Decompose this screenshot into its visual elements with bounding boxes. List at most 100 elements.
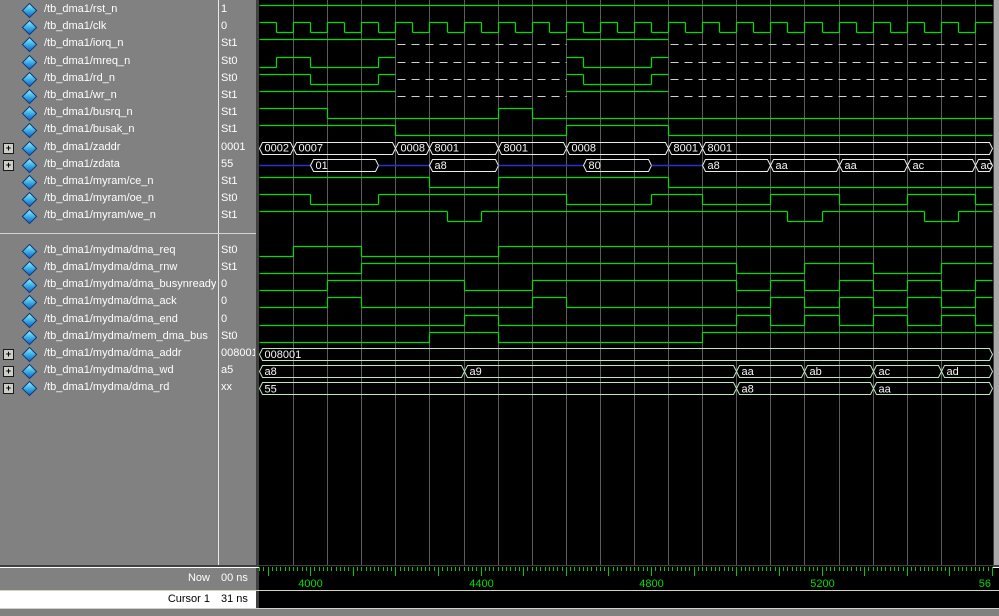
- signal-value: St1: [221, 121, 255, 138]
- signal-name[interactable]: /tb_dma1/mydma/dma_addr: [44, 345, 216, 362]
- signal-value: a5: [221, 362, 255, 379]
- signal-diamond-icon: [22, 244, 38, 260]
- signal-value: 55: [221, 156, 255, 173]
- signal-name[interactable]: /tb_dma1/mydma/dma_rd: [44, 379, 216, 396]
- signal-group-separator: [0, 233, 256, 234]
- svg-text:8001: 8001: [435, 143, 459, 155]
- ruler-time-label: 4400: [469, 578, 493, 590]
- signal-diamond-icon: [22, 158, 38, 174]
- svg-text:80: 80: [589, 160, 601, 172]
- expand-plus-icon[interactable]: +: [3, 160, 14, 171]
- signal-name[interactable]: /tb_dma1/myram/we_n: [44, 207, 216, 224]
- waveform-area[interactable]: 0002000700088001800100088001800101a880a8…: [259, 0, 999, 565]
- signal-name[interactable]: /tb_dma1/busak_n: [44, 121, 216, 138]
- signal-value: 0001: [221, 139, 255, 156]
- ruler-time-label: 56: [979, 578, 991, 590]
- signal-name[interactable]: /tb_dma1/mydma/dma_rnw: [44, 259, 216, 276]
- svg-text:ab: ab: [810, 366, 822, 378]
- svg-text:aa: aa: [879, 383, 892, 395]
- svg-text:a9: a9: [470, 366, 482, 378]
- signal-diamond-icon: [22, 278, 38, 294]
- signal-value: St0: [221, 70, 255, 87]
- signal-name[interactable]: /tb_dma1/zaddr: [44, 139, 216, 156]
- svg-text:55: 55: [265, 383, 277, 395]
- svg-text:ac: ac: [879, 366, 891, 378]
- signal-name[interactable]: /tb_dma1/mydma/dma_req: [44, 242, 216, 259]
- signal-diamond-icon: [22, 106, 38, 122]
- signal-diamond-icon: [22, 381, 38, 397]
- svg-text:a8: a8: [742, 383, 754, 395]
- signal-name[interactable]: /tb_dma1/rst_n: [44, 1, 216, 18]
- signal-diamond-icon: [22, 295, 38, 311]
- signal-name[interactable]: /tb_dma1/mydma/dma_end: [44, 311, 216, 328]
- now-value: 00 ns: [221, 572, 255, 584]
- signal-value: xx: [221, 379, 255, 396]
- signal-diamond-icon: [22, 192, 38, 208]
- svg-text:aa: aa: [845, 160, 858, 172]
- signal-diamond-icon: [22, 3, 38, 19]
- signal-name[interactable]: /tb_dma1/mydma/dma_wd: [44, 362, 216, 379]
- signal-name[interactable]: /tb_dma1/rd_n: [44, 70, 216, 87]
- signal-diamond-icon: [22, 37, 38, 53]
- expand-plus-icon[interactable]: +: [3, 143, 14, 154]
- signal-name[interactable]: /tb_dma1/busrq_n: [44, 104, 216, 121]
- expand-plus-icon[interactable]: +: [3, 383, 14, 394]
- cursor-track[interactable]: [259, 591, 999, 608]
- signal-value: 1: [221, 1, 255, 18]
- signal-name[interactable]: /tb_dma1/iorq_n: [44, 35, 216, 52]
- signal-name[interactable]: /tb_dma1/mydma/mem_dma_bus: [44, 328, 216, 345]
- signal-value: St1: [221, 87, 255, 104]
- svg-text:ac: ac: [981, 160, 993, 172]
- signal-name[interactable]: /tb_dma1/mreq_n: [44, 53, 216, 70]
- signal-diamond-icon: [22, 123, 38, 139]
- signal-name[interactable]: /tb_dma1/mydma/dma_busynready: [44, 276, 216, 293]
- signal-value: St0: [221, 53, 255, 70]
- svg-text:0008: 0008: [572, 143, 596, 155]
- signal-diamond-icon: [22, 261, 38, 277]
- signal-value: St1: [221, 104, 255, 121]
- cursor-label: Cursor 1: [168, 593, 210, 605]
- ruler-time-label: 4800: [639, 578, 663, 590]
- signal-diamond-icon: [22, 20, 38, 36]
- waveform-canvas[interactable]: 0002000700088001800100088001800101a880a8…: [259, 0, 999, 565]
- svg-text:a8: a8: [265, 366, 277, 378]
- signal-name[interactable]: /tb_dma1/myram/oe_n: [44, 190, 216, 207]
- cursor-row[interactable]: Cursor 1 31 ns: [0, 591, 256, 608]
- svg-text:0002: 0002: [265, 143, 289, 155]
- signal-name[interactable]: /tb_dma1/wr_n: [44, 87, 216, 104]
- svg-text:8001: 8001: [504, 143, 528, 155]
- name-value-column-divider[interactable]: [218, 0, 219, 565]
- svg-text:0008: 0008: [401, 143, 425, 155]
- signal-value: 0: [221, 276, 255, 293]
- svg-text:8001: 8001: [674, 143, 698, 155]
- signal-value: St1: [221, 35, 255, 52]
- signal-name[interactable]: /tb_dma1/clk: [44, 18, 216, 35]
- vertical-scrollbar[interactable]: [993, 0, 999, 565]
- cursor-value: 31 ns: [221, 593, 255, 605]
- signal-diamond-icon: [22, 313, 38, 329]
- signal-diamond-icon: [22, 141, 38, 157]
- signal-name[interactable]: /tb_dma1/mydma/dma_ack: [44, 293, 216, 310]
- svg-text:aa: aa: [776, 160, 789, 172]
- signal-name[interactable]: /tb_dma1/zdata: [44, 156, 216, 173]
- signal-diamond-icon: [22, 55, 38, 71]
- timeline-ruler[interactable]: 4000 4400 4800 5200 56: [259, 566, 993, 591]
- signal-value: St0: [221, 328, 255, 345]
- ruler-time-label: 5200: [810, 578, 834, 590]
- signal-value: St0: [221, 242, 255, 259]
- signal-name[interactable]: /tb_dma1/myram/ce_n: [44, 173, 216, 190]
- window-bottom-edge: [0, 608, 999, 616]
- signal-value: St0: [221, 190, 255, 207]
- svg-text:a8: a8: [435, 160, 447, 172]
- now-label: Now: [188, 572, 210, 584]
- signal-diamond-icon: [22, 72, 38, 88]
- svg-text:01: 01: [316, 160, 328, 172]
- expand-plus-icon[interactable]: +: [3, 366, 14, 377]
- ruler-time-label: 4000: [298, 578, 322, 590]
- signal-value: St1: [221, 207, 255, 224]
- timeline-ruler-canvas[interactable]: 4000 4400 4800 5200 56: [259, 566, 993, 591]
- signal-value: 0: [221, 18, 255, 35]
- svg-text:ac: ac: [913, 160, 925, 172]
- expand-plus-icon[interactable]: +: [3, 349, 14, 360]
- signal-value: 0: [221, 311, 255, 328]
